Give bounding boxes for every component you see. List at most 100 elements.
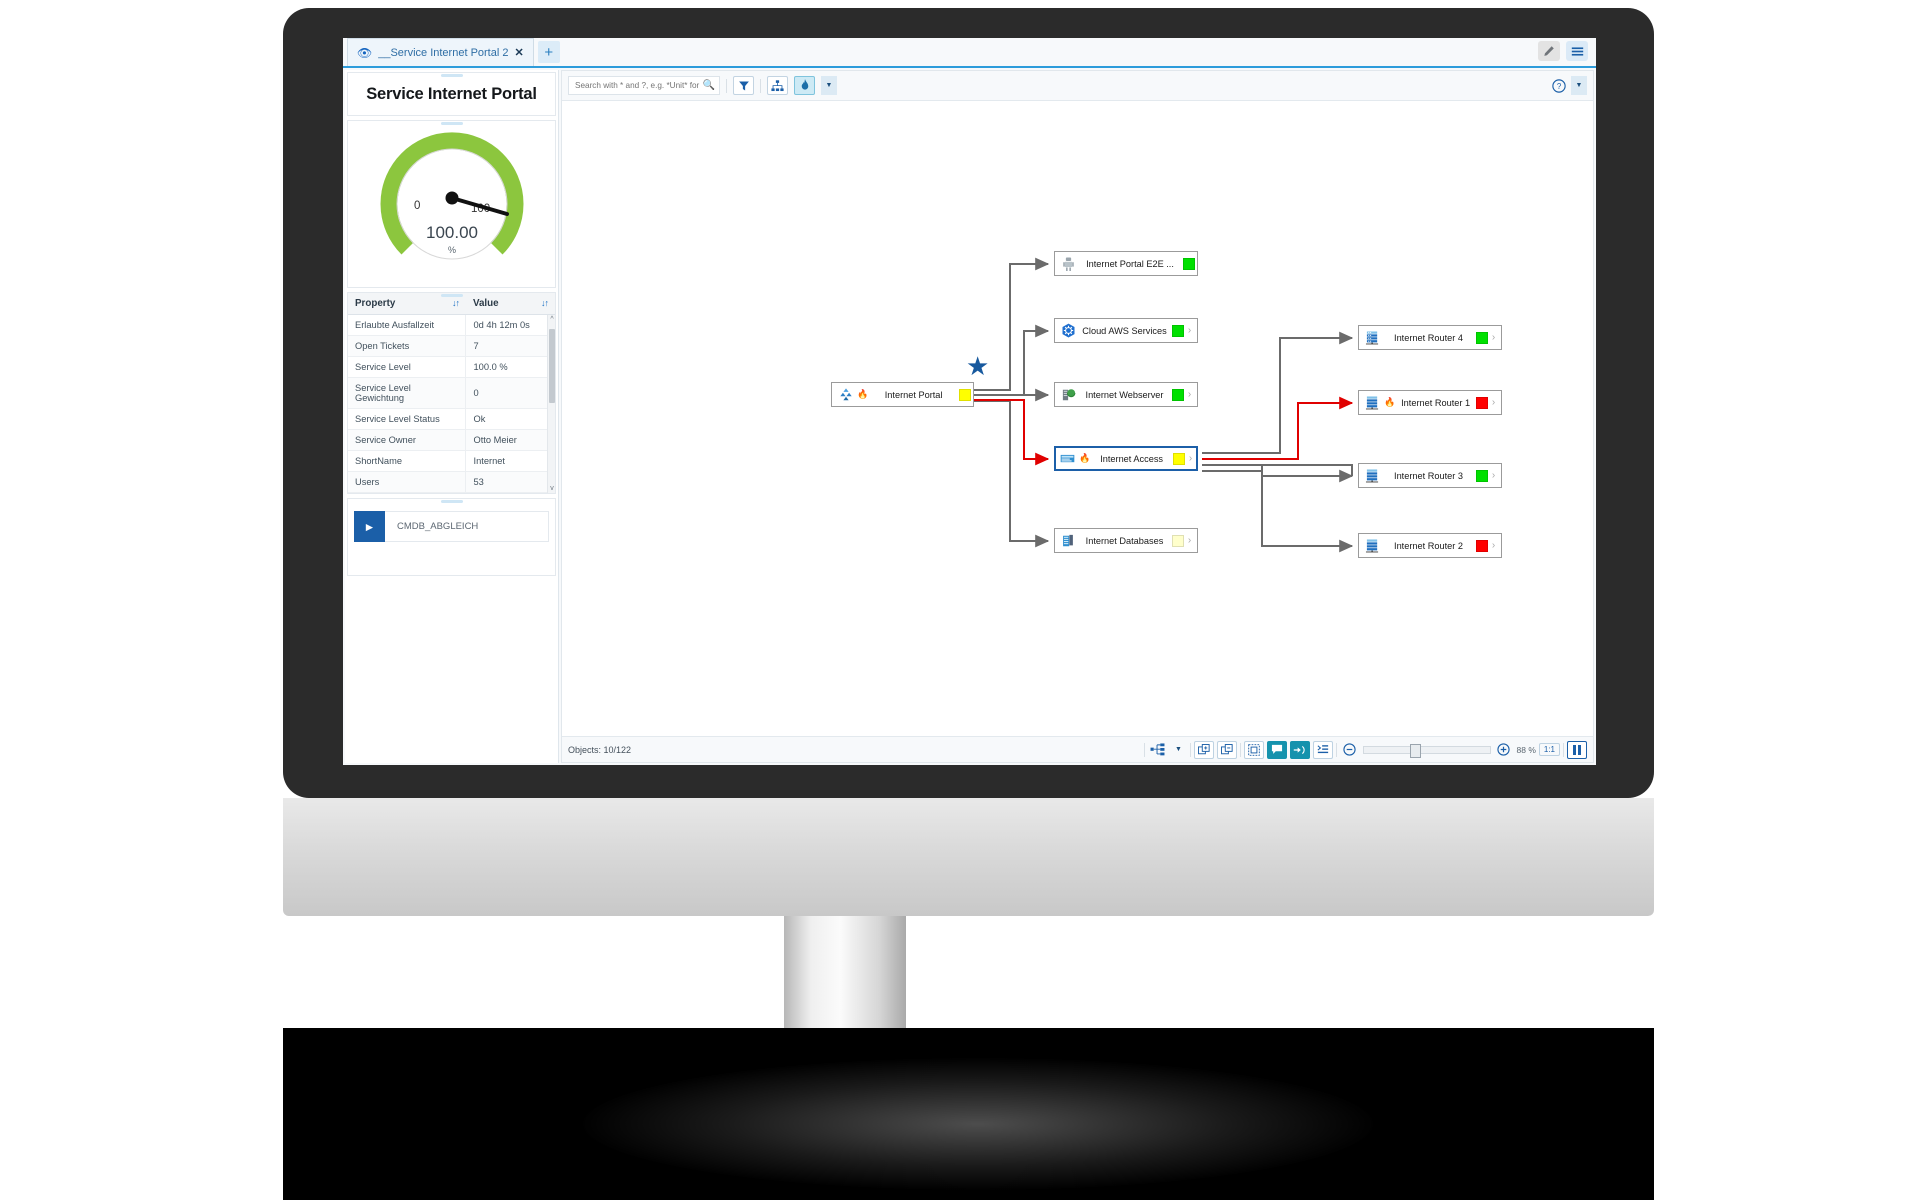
- properties-table-card: Property ↓↑ Value ↓↑ Erlaubte Ausfallzei: [347, 292, 556, 494]
- collapse-icon[interactable]: [1216, 740, 1237, 759]
- canvas-tools: ▼ 88 % 1:1: [1143, 740, 1587, 759]
- status-badge: [1476, 396, 1488, 409]
- node-cloud-aws-services[interactable]: Cloud AWS Services ›: [1054, 318, 1198, 343]
- new-tab-button[interactable]: +: [537, 41, 560, 63]
- cell-value: 0: [465, 377, 555, 409]
- layout-caret-down-icon[interactable]: ▼: [1171, 740, 1187, 759]
- fit-icon[interactable]: [1243, 740, 1264, 759]
- table-row[interactable]: Open Tickets 7: [348, 335, 555, 357]
- toolbar-separator: [1563, 742, 1564, 757]
- sort-icon[interactable]: ↓↑: [452, 298, 460, 308]
- search-input-wrapper[interactable]: 🔍: [568, 76, 720, 95]
- close-icon[interactable]: ✕: [514, 46, 523, 59]
- zoom-reset-button[interactable]: 1:1: [1538, 743, 1560, 756]
- table-row[interactable]: Erlaubte Ausfallzeit 0d 4h 12m 0s: [348, 314, 555, 336]
- table-row[interactable]: Service Level Gewichtung 0: [348, 377, 555, 409]
- zoom-out-icon[interactable]: [1340, 741, 1360, 759]
- drag-grip[interactable]: [440, 122, 463, 125]
- chevron-right-icon[interactable]: ›: [1184, 325, 1195, 336]
- node-internet-router-1[interactable]: 🔥 Internet Router 1 ›: [1358, 390, 1502, 415]
- database-icon: [1060, 534, 1077, 548]
- caret-down-icon[interactable]: ▼: [821, 76, 837, 95]
- inbound-icon[interactable]: [1289, 740, 1310, 759]
- svg-text:?: ?: [1556, 82, 1561, 91]
- toolbar-separator: [760, 78, 761, 93]
- table-row[interactable]: Users 53: [348, 471, 555, 493]
- tree-icon[interactable]: [767, 76, 788, 95]
- action-label[interactable]: CMDB_ABGLEICH: [385, 511, 549, 542]
- cell-value: 0d 4h 12m 0s: [465, 314, 555, 336]
- gauge-min-label: 0: [414, 200, 420, 212]
- chevron-right-icon[interactable]: ›: [1488, 470, 1499, 481]
- chevron-right-icon[interactable]: ›: [1184, 535, 1195, 546]
- comment-icon[interactable]: [1266, 740, 1287, 759]
- server-rack-icon: [1364, 330, 1381, 345]
- service-level-gauge: 0 100 100.00 %: [347, 120, 556, 288]
- column-header-value[interactable]: Value ↓↑: [465, 293, 555, 315]
- flame-icon[interactable]: [794, 76, 815, 95]
- main-panel: 🔍: [561, 70, 1594, 763]
- node-internet-router-3[interactable]: Internet Router 3 ›: [1358, 463, 1502, 488]
- pause-icon[interactable]: [1567, 740, 1587, 759]
- node-internet-databases[interactable]: Internet Databases ›: [1054, 528, 1198, 553]
- drag-grip[interactable]: [440, 74, 463, 77]
- tab-service-internet-portal-2[interactable]: 👁 __Service Internet Portal 2 ✕: [347, 38, 534, 66]
- node-internet-access[interactable]: 🔥 Internet Access ›: [1054, 446, 1198, 471]
- node-internet-router-4[interactable]: Internet Router 4 ›: [1358, 325, 1502, 350]
- node-internet-webserver[interactable]: Internet Webserver ›: [1054, 382, 1198, 407]
- drag-grip[interactable]: [440, 294, 463, 297]
- cell-value: Ok: [465, 408, 555, 430]
- tab-bar: 👁 __Service Internet Portal 2 ✕ +: [343, 38, 1596, 68]
- layout-icon[interactable]: [1148, 741, 1168, 759]
- table-row[interactable]: ShortName Internet: [348, 450, 555, 472]
- status-badge: [1173, 452, 1185, 465]
- sort-icon[interactable]: ↓↑: [541, 298, 549, 308]
- properties-scrollbar[interactable]: ^ v: [547, 315, 555, 493]
- service-stack-icon: [837, 388, 854, 401]
- magnifier-icon[interactable]: 🔍: [703, 80, 715, 91]
- play-icon[interactable]: ►: [354, 511, 385, 542]
- chevron-right-icon[interactable]: ›: [1488, 397, 1499, 408]
- expand-icon[interactable]: [1193, 740, 1214, 759]
- search-input[interactable]: [575, 81, 701, 90]
- node-internet-router-2[interactable]: Internet Router 2 ›: [1358, 533, 1502, 558]
- search-toolbar-right: ? ▼: [1548, 76, 1587, 95]
- properties-table: Property ↓↑ Value ↓↑ Erlaubte Ausfallzei: [348, 293, 555, 493]
- drag-grip[interactable]: [440, 500, 463, 503]
- sidebar-title-card: Service Internet Portal: [347, 72, 556, 116]
- zoom-slider-knob[interactable]: [1409, 743, 1421, 758]
- flame-icon: 🔥: [1384, 397, 1396, 407]
- zoom-in-icon[interactable]: [1494, 741, 1514, 759]
- chevron-right-icon[interactable]: ›: [1184, 389, 1195, 400]
- zoom-level: 88 %: [1516, 744, 1536, 755]
- zoom-slider[interactable]: [1362, 743, 1491, 758]
- node-internet-portal[interactable]: 🔥 Internet Portal: [831, 382, 974, 407]
- question-mark-icon[interactable]: ?: [1548, 76, 1569, 95]
- node-label: Internet Router 2: [1394, 540, 1463, 551]
- node-label: Cloud AWS Services: [1082, 325, 1167, 336]
- outline-icon[interactable]: [1312, 740, 1333, 759]
- scroll-up-icon[interactable]: ^: [549, 316, 555, 323]
- chevron-right-icon[interactable]: ›: [1488, 332, 1499, 343]
- status-badge: [1476, 469, 1488, 482]
- help-caret-down-icon[interactable]: ▼: [1571, 76, 1587, 95]
- pencil-icon[interactable]: [1538, 41, 1560, 61]
- cell-value: 7: [465, 335, 555, 357]
- table-row[interactable]: Service Level 100.0 %: [348, 356, 555, 378]
- table-row[interactable]: Service Owner Otto Meier: [348, 429, 555, 451]
- star-marker: ★: [966, 351, 990, 381]
- status-bar: Objects: 10/122 ▼ 88 % 1:1: [562, 736, 1593, 762]
- table-row[interactable]: Service Level Status Ok: [348, 408, 555, 430]
- funnel-icon[interactable]: [733, 76, 754, 95]
- chevron-right-icon[interactable]: ›: [1185, 453, 1196, 464]
- topology-canvas[interactable]: ★ 🔥 Internet Portal Internet Portal E2E …: [562, 101, 1593, 736]
- scrollbar-thumb[interactable]: [549, 329, 555, 403]
- node-internet-portal-e2e[interactable]: Internet Portal E2E ...: [1054, 251, 1198, 276]
- status-badge: [1183, 257, 1195, 270]
- scroll-down-icon[interactable]: v: [549, 485, 555, 492]
- chevron-right-icon[interactable]: ›: [1488, 540, 1499, 551]
- server-rack-icon: [1364, 468, 1381, 483]
- hamburger-icon[interactable]: [1566, 41, 1588, 61]
- desk-reflection: [583, 1058, 1373, 1190]
- toolbar-separator: [1239, 742, 1241, 757]
